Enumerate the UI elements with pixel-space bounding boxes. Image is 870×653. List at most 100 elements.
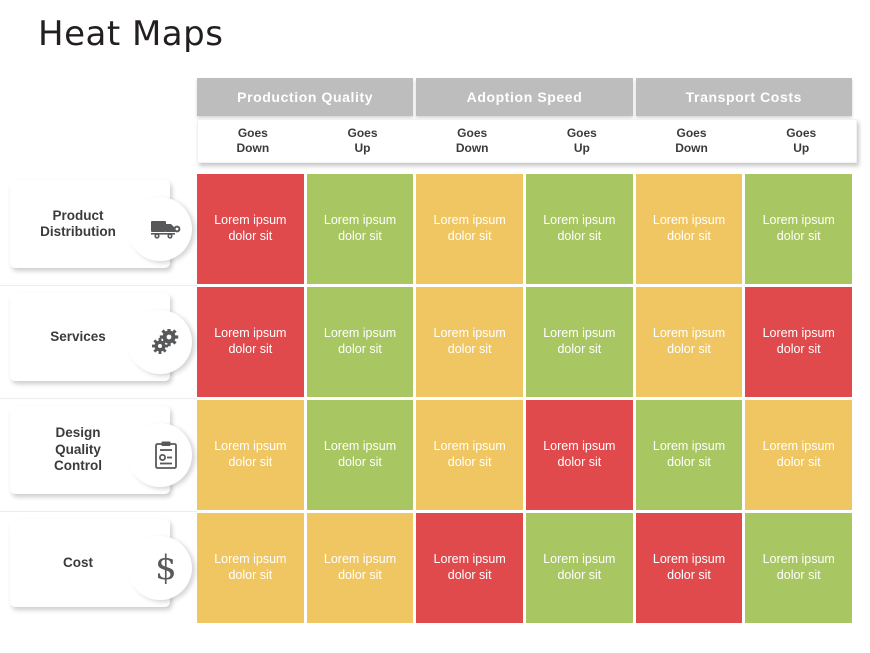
cell-line1: Lorem ipsum	[214, 213, 287, 228]
cell-line2: dolor sit	[338, 568, 382, 582]
cell-line1: Lorem ipsum	[543, 326, 616, 341]
heatmap-cell-text: Lorem ipsum dolor sit	[214, 439, 286, 470]
cell-line2: dolor sit	[667, 229, 711, 243]
heatmap-cell[interactable]: Lorem ipsum dolor sit	[197, 400, 304, 510]
heatmap-cell[interactable]: Lorem ipsum dolor sit	[526, 287, 633, 397]
cell-line1: Lorem ipsum	[652, 326, 726, 341]
cell-line2: dolor sit	[228, 342, 273, 356]
cell-line1: Lorem ipsum	[762, 213, 835, 228]
row-icon-container	[127, 197, 192, 261]
subcolumn-header: Goes Up	[746, 120, 856, 162]
cell-line2: dolor sit	[667, 455, 711, 469]
heatmap-cell-row: Lorem ipsum dolor sit Lorem ipsum dolor …	[197, 287, 853, 397]
heatmap-cell-text: Lorem ipsum dolor sit	[214, 552, 286, 583]
heatmap-cell[interactable]: Lorem ipsum dolor sit	[745, 287, 853, 397]
heatmap-cell[interactable]: Lorem ipsum dolor sit	[416, 513, 524, 623]
heatmap-cell[interactable]: Lorem ipsum dolor sit	[306, 400, 414, 510]
row-icon-container: $	[127, 536, 192, 600]
cell-line2: dolor sit	[338, 229, 382, 243]
cell-line2: dolor sit	[447, 342, 492, 356]
cell-line1: Lorem ipsum	[543, 439, 616, 454]
cell-line1: Lorem ipsum	[652, 213, 726, 228]
heatmap-cell[interactable]: Lorem ipsum dolor sit	[745, 174, 853, 284]
cell-line2: dolor sit	[338, 342, 382, 356]
heatmap-cell-row: Lorem ipsum dolor sit Lorem ipsum dolor …	[197, 513, 853, 623]
heatmap-cell-text: Lorem ipsum dolor sit	[214, 326, 286, 357]
heatmap-cell-text: Lorem ipsum dolor sit	[434, 439, 506, 470]
row-label-line: Services	[50, 328, 106, 344]
row-label-line: Control	[54, 458, 102, 474]
cell-line2: dolor sit	[776, 455, 821, 469]
heatmap-cell-row: Lorem ipsum dolor sit Lorem ipsum dolor …	[197, 400, 853, 510]
cell-line1: Lorem ipsum	[323, 326, 397, 341]
heatmap-cell[interactable]: Lorem ipsum dolor sit	[745, 513, 853, 623]
table-row: Services Lorem ipsum dolor sit Lorem ips…	[0, 285, 870, 397]
heatmap-cell[interactable]: Lorem ipsum dolor sit	[197, 513, 304, 623]
heatmap-cell[interactable]: Lorem ipsum dolor sit	[526, 400, 633, 510]
heatmap-cell[interactable]: Lorem ipsum dolor sit	[416, 400, 524, 510]
cell-line2: dolor sit	[667, 342, 711, 356]
subcolumn-header: Goes Up	[308, 120, 418, 162]
subcolumn-header: Goes Down	[417, 120, 527, 162]
column-group-header-row: Production Quality Adoption Speed Transp…	[197, 78, 852, 116]
cell-line2: dolor sit	[557, 342, 602, 356]
column-group-header: Transport Costs	[635, 78, 852, 116]
cell-line2: dolor sit	[338, 455, 382, 469]
row-label-line: Cost	[63, 554, 93, 570]
heatmap-cell[interactable]: Lorem ipsum dolor sit	[635, 287, 743, 397]
heatmap-cell-text: Lorem ipsum dolor sit	[653, 326, 725, 357]
heatmap-cell[interactable]: Lorem ipsum dolor sit	[306, 513, 414, 623]
heatmap-cell-text: Lorem ipsum dolor sit	[763, 326, 835, 357]
subcolumn-label-line1: Goes	[566, 126, 597, 141]
heatmap-cell-text: Lorem ipsum dolor sit	[434, 552, 506, 583]
cell-line2: dolor sit	[228, 568, 273, 582]
cell-line1: Lorem ipsum	[543, 213, 616, 228]
row-label-line: Distribution	[40, 224, 116, 239]
heatmap-body: Product Distribution Lorem ipsum dolor s…	[0, 174, 870, 623]
row-label-line: Quality	[55, 441, 101, 457]
heatmap-cell[interactable]: Lorem ipsum dolor sit	[745, 400, 853, 510]
cell-line2: dolor sit	[447, 229, 492, 243]
cell-line1: Lorem ipsum	[214, 439, 287, 454]
row-icon-container	[127, 423, 192, 487]
heatmap-cell-text: Lorem ipsum dolor sit	[543, 552, 615, 583]
heatmap-cell-text: Lorem ipsum dolor sit	[653, 213, 725, 244]
heatmap-cell-text: Lorem ipsum dolor sit	[543, 326, 615, 357]
heatmap-cell[interactable]: Lorem ipsum dolor sit	[526, 174, 633, 284]
cell-line2: dolor sit	[447, 568, 492, 582]
subcolumn-label-line2: Down	[236, 141, 270, 155]
subcolumn-label-line2: Down	[455, 141, 489, 155]
row-separator	[0, 398, 197, 399]
heatmap-cell[interactable]: Lorem ipsum dolor sit	[197, 287, 304, 397]
row-separator	[0, 511, 197, 512]
heatmap-cell[interactable]: Lorem ipsum dolor sit	[306, 174, 414, 284]
cell-line1: Lorem ipsum	[323, 213, 397, 228]
heatmap-cell[interactable]: Lorem ipsum dolor sit	[635, 513, 743, 623]
heatmap-cell-text: Lorem ipsum dolor sit	[434, 326, 506, 357]
heatmap-cell-text: Lorem ipsum dolor sit	[653, 552, 725, 583]
row-label-line: Design	[55, 425, 101, 441]
heatmap-cell[interactable]: Lorem ipsum dolor sit	[526, 513, 633, 623]
subcolumn-label-line1: Goes	[237, 126, 268, 141]
cell-line1: Lorem ipsum	[433, 552, 506, 567]
cell-line1: Lorem ipsum	[543, 552, 616, 567]
cell-line1: Lorem ipsum	[214, 326, 287, 341]
heatmap-cell[interactable]: Lorem ipsum dolor sit	[416, 174, 524, 284]
heatmap-cell[interactable]: Lorem ipsum dolor sit	[635, 400, 743, 510]
heatmap-cell-text: Lorem ipsum dolor sit	[434, 213, 506, 244]
row-separator	[0, 285, 197, 286]
table-row: Cost $ Lorem ipsum dolor sit Lorem ipsum…	[0, 511, 870, 623]
cell-line2: dolor sit	[557, 568, 602, 582]
subcolumn-label-line1: Goes	[676, 126, 707, 141]
heatmap-cell[interactable]: Lorem ipsum dolor sit	[635, 174, 743, 284]
heatmap-cell[interactable]: Lorem ipsum dolor sit	[197, 174, 304, 284]
heatmap-cell[interactable]: Lorem ipsum dolor sit	[416, 287, 524, 397]
heatmap-cell-text: Lorem ipsum dolor sit	[324, 439, 396, 470]
subcolumn-label-line1: Goes	[786, 126, 817, 141]
heatmap-cell[interactable]: Lorem ipsum dolor sit	[306, 287, 414, 397]
subcolumn-label-line2: Up	[573, 141, 590, 155]
cell-line2: dolor sit	[228, 455, 273, 469]
cell-line2: dolor sit	[667, 568, 711, 582]
subcolumn-label-line1: Goes	[347, 126, 378, 141]
subcolumn-label-line2: Down	[675, 141, 708, 155]
